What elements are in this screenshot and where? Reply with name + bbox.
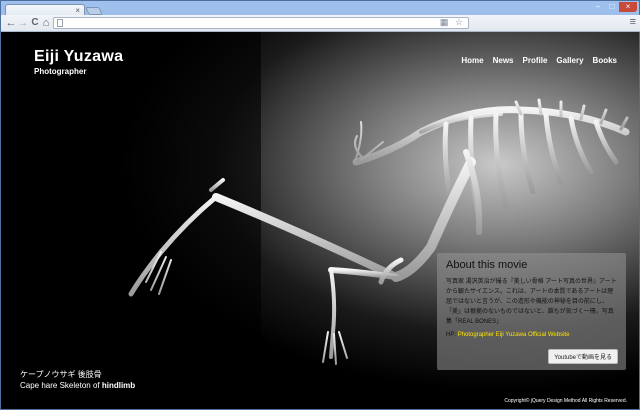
nav-item-books[interactable]: Books	[593, 56, 617, 65]
caption-english-prefix: Cape hare Skeleton of	[20, 381, 102, 390]
home-icon[interactable]: ⌂	[40, 16, 52, 30]
menu-icon[interactable]: ≡	[630, 16, 636, 28]
about-title: About this movie	[446, 259, 528, 271]
photo-caption: ケープノウサギ 後肢骨 Cape hare Skeleton of hindli…	[20, 370, 135, 392]
about-homepage: HP: Photographer Eiji Yuzawa Official We…	[446, 332, 617, 338]
caption-english: Cape hare Skeleton of hindlimb	[20, 380, 135, 392]
caption-japanese: ケープノウサギ 後肢骨	[20, 370, 102, 379]
maximize-button[interactable]: □	[605, 2, 619, 12]
new-tab-button[interactable]	[85, 7, 103, 15]
about-body: 写真家 湯沢英治が撮る『美しい骨格 アート写真の世界』アートから観たサイエンス。…	[446, 279, 617, 325]
forward-icon[interactable]: →	[17, 16, 29, 30]
nav-item-profile[interactable]: Profile	[523, 56, 548, 65]
site-nav: Home News Profile Gallery Books	[461, 56, 617, 65]
youtube-button[interactable]: Youtubeで動画を見る	[548, 349, 618, 364]
minimize-button[interactable]: –	[591, 2, 605, 12]
window-controls: – □ ×	[591, 2, 637, 12]
back-icon[interactable]: ←	[5, 16, 17, 30]
official-website-link[interactable]: Photographer Eiji Yuzawa Official Websit…	[458, 332, 570, 338]
address-bar[interactable]: ▦ ☆	[53, 17, 469, 29]
about-panel: About this movie 写真家 湯沢英治が撮る『美しい骨格 アート写真…	[437, 253, 626, 370]
browser-window: × – □ × ← → C ⌂ ▦ ☆ ≡ Eiji Yuzawa Photog…	[0, 0, 640, 410]
copyright-text: Copyright© jQuery Design Method All Righ…	[504, 398, 627, 404]
browser-toolbar: ← → C ⌂ ▦ ☆ ≡	[1, 15, 640, 32]
about-link-prefix: HP:	[446, 332, 457, 338]
nav-item-news[interactable]: News	[493, 56, 514, 65]
site-brand[interactable]: Eiji Yuzawa Photographer	[34, 48, 123, 76]
brand-name: Eiji Yuzawa	[34, 48, 124, 65]
nav-item-gallery[interactable]: Gallery	[556, 56, 583, 65]
tab-strip: × – □ ×	[1, 1, 640, 16]
page-icon	[57, 19, 63, 27]
brand-subtitle: Photographer	[34, 67, 87, 76]
nav-item-home[interactable]: Home	[461, 56, 483, 65]
caption-english-bold: hindlimb	[101, 381, 136, 390]
bookmark-star-icon[interactable]: ▦ ☆	[440, 17, 465, 28]
web-page: Eiji Yuzawa Photographer Home News Profi…	[1, 32, 639, 409]
close-window-button[interactable]: ×	[619, 2, 637, 12]
